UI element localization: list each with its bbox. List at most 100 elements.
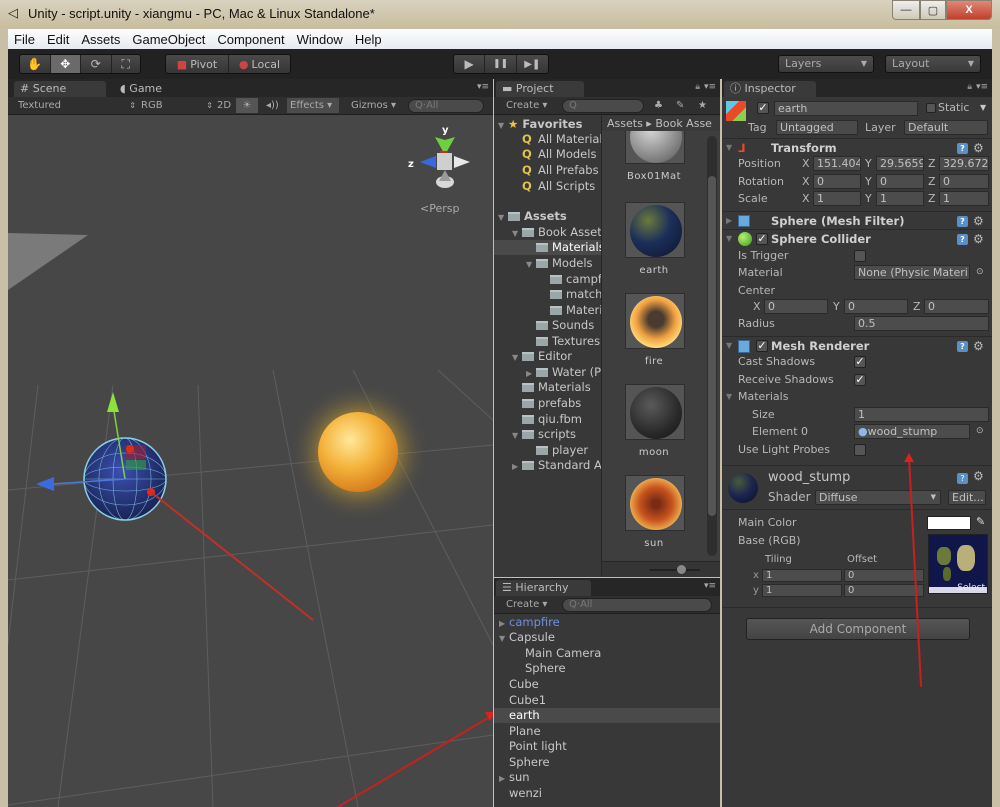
menu-window[interactable]: Window — [291, 32, 349, 47]
persp-label[interactable]: <Persp — [420, 202, 459, 215]
panel-menu-icon[interactable]: ▾≡ — [704, 581, 716, 591]
favorite-item[interactable]: Q All Scripts — [522, 179, 595, 194]
tree-item[interactable]: Materi — [550, 303, 601, 318]
step-button[interactable]: ▶❚ — [517, 55, 548, 73]
tree-item[interactable]: qiu.fbm — [522, 412, 582, 427]
tree-item[interactable]: ▼ Models — [526, 256, 593, 271]
scale-x-input[interactable]: 1 — [813, 191, 861, 206]
rotation-y-input[interactable]: 0 — [876, 174, 924, 189]
assets-header[interactable]: ▼ Assets — [498, 209, 567, 224]
panel-menu-icon[interactable]: ▾≡ — [976, 82, 988, 92]
shader-dropdown[interactable]: Diffuse ▼ — [815, 490, 941, 505]
tree-item-selected[interactable]: Materials — [494, 240, 601, 255]
object-picker-icon[interactable]: ⊙ — [976, 264, 984, 281]
help-icon[interactable]: ? — [957, 341, 968, 352]
texture-select-label[interactable]: Select — [957, 583, 985, 593]
materials-foldout-row[interactable]: ▼ Materials — [722, 388, 992, 405]
lighting-toggle[interactable]: ☀ — [236, 98, 258, 113]
project-scrollbar[interactable] — [707, 136, 717, 556]
tree-item[interactable]: ▼ Editor — [512, 349, 572, 364]
local-toggle[interactable]: ● Local — [229, 55, 290, 73]
center-x-input[interactable]: 0 — [764, 299, 828, 314]
hierarchy-item[interactable]: Main Camera — [494, 646, 720, 661]
sphere-collider-enabled-checkbox[interactable]: ✓ — [756, 233, 768, 245]
render-mode-dropdown[interactable]: Textured ⇕ — [18, 98, 136, 113]
hierarchy-item[interactable]: Cube1 — [494, 693, 720, 708]
scene-gizmo[interactable] — [420, 137, 470, 188]
hierarchy-item-selected[interactable]: earth — [494, 708, 720, 723]
material-thumb-moon[interactable] — [625, 384, 685, 440]
center-z-input[interactable]: 0 — [924, 299, 989, 314]
filter-type-icon[interactable]: ♣ — [654, 98, 663, 113]
hierarchy-item[interactable]: Sphere — [494, 755, 720, 770]
tree-item[interactable]: campf — [550, 272, 601, 287]
hierarchy-search-input[interactable]: Q·All — [562, 598, 712, 612]
scene-viewport[interactable]: y z <Persp — [8, 115, 493, 807]
pivot-toggle[interactable]: ■ Pivot — [166, 55, 229, 73]
receive-shadows-checkbox[interactable]: ✓ — [854, 374, 866, 386]
panel-menu-icon[interactable]: ▾≡ — [477, 82, 489, 92]
color-mode-dropdown[interactable]: RGB ⇕ — [141, 98, 213, 113]
tree-item[interactable]: Sounds — [536, 318, 594, 333]
shader-edit-button[interactable]: Edit... — [948, 490, 986, 505]
help-icon[interactable]: ? — [957, 143, 968, 154]
move-tool-button[interactable]: ✥ — [50, 55, 81, 73]
menu-file[interactable]: File — [8, 32, 41, 47]
hierarchy-item[interactable]: wenzi — [494, 786, 720, 801]
tree-item[interactable]: ▼ scripts — [512, 427, 576, 442]
menu-component[interactable]: Component — [211, 32, 290, 47]
tree-item[interactable]: ▶ Standard A — [512, 458, 601, 473]
favorites-header[interactable]: ▼ ★ Favorites — [498, 117, 582, 132]
scrollbar-thumb[interactable] — [708, 176, 716, 516]
lock-icon[interactable]: 🔒︎ — [695, 82, 700, 92]
project-breadcrumb[interactable]: Assets ▸ Book Asse — [602, 116, 720, 131]
audio-toggle[interactable]: ◂)) — [266, 98, 279, 113]
tab-game[interactable]: ◖ Game — [114, 81, 194, 97]
hierarchy-item[interactable]: ▶ campfire — [494, 615, 720, 630]
material-thumb-sun[interactable] — [625, 475, 685, 531]
collider-material-field[interactable]: None (Physic Materi — [854, 265, 970, 280]
light-probes-checkbox[interactable] — [854, 444, 866, 456]
menu-assets[interactable]: Assets — [75, 32, 126, 47]
tiling-y-input[interactable]: 1 — [762, 584, 842, 597]
scene-search-input[interactable]: Q·All — [408, 99, 484, 113]
hierarchy-item[interactable]: Cube — [494, 677, 720, 692]
hierarchy-item[interactable]: Sphere — [494, 661, 720, 676]
plane-handle-xz[interactable] — [126, 460, 146, 470]
mesh-filter-header[interactable]: ▶ Sphere (Mesh Filter) ? ⚙ — [722, 211, 992, 229]
maximize-button[interactable]: ▢ — [920, 0, 946, 20]
play-button[interactable]: ▶ — [454, 55, 486, 73]
help-icon[interactable]: ? — [957, 473, 968, 484]
gear-icon[interactable]: ⚙ — [973, 212, 984, 230]
position-z-input[interactable]: 329.672 — [939, 156, 989, 171]
tab-inspector[interactable]: ⓘ Inspector — [724, 81, 816, 97]
menu-edit[interactable]: Edit — [41, 32, 75, 47]
lock-icon[interactable]: 🔒︎ — [967, 82, 972, 92]
gear-icon[interactable]: ⚙ — [973, 230, 984, 248]
hierarchy-item[interactable]: ▶ sun — [494, 770, 720, 785]
size-slider-handle[interactable] — [677, 565, 686, 574]
mesh-renderer-enabled-checkbox[interactable]: ✓ — [756, 340, 768, 352]
main-color-swatch[interactable] — [927, 516, 971, 530]
scale-z-input[interactable]: 1 — [939, 191, 989, 206]
static-dropdown[interactable]: ▼ — [980, 103, 986, 112]
position-y-input[interactable]: 29.5659 — [876, 156, 924, 171]
scale-y-input[interactable]: 1 — [876, 191, 924, 206]
favorite-item[interactable]: Q All Models — [522, 147, 596, 162]
hierarchy-item[interactable]: Plane — [494, 724, 720, 739]
tiling-x-input[interactable]: 1 — [762, 569, 842, 582]
panel-menu-icon[interactable]: ▾≡ — [704, 82, 716, 92]
hierarchy-item[interactable]: ▼ Capsule — [494, 630, 720, 645]
tree-item[interactable]: match — [550, 287, 601, 302]
materials-size-input[interactable]: 1 — [854, 407, 989, 422]
material-thumb-earth[interactable] — [625, 202, 685, 258]
is-trigger-checkbox[interactable] — [854, 250, 866, 262]
radius-input[interactable]: 0.5 — [854, 316, 989, 331]
layer-dropdown[interactable]: Default — [904, 120, 988, 135]
help-icon[interactable]: ? — [957, 216, 968, 227]
base-texture-slot[interactable]: Select — [928, 534, 988, 594]
toggle-2d-button[interactable]: 2D — [217, 98, 231, 113]
offset-y-input[interactable]: 0 — [844, 584, 924, 597]
offset-x-input[interactable]: 0 — [844, 569, 924, 582]
minimize-button[interactable]: — — [892, 0, 920, 20]
